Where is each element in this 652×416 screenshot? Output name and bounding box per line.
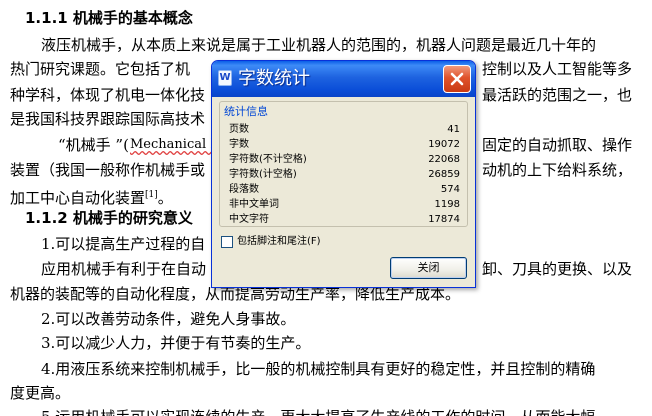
- paragraph-line: “机械手 ”(: [58, 136, 129, 154]
- stat-label: 字数: [229, 139, 249, 150]
- stat-row-paragraphs: 段落数 574: [229, 182, 460, 197]
- stat-value: 22068: [428, 154, 460, 165]
- paragraph-line: 装置（我国一般称作机械手或: [10, 161, 206, 179]
- paragraph-line: 度更高。: [10, 384, 71, 402]
- stat-label: 段落数: [229, 184, 259, 195]
- list-item: 5.运用机械手可以实现连续的生产，更大大提高了生产线的工作的时间，从而能大幅: [41, 408, 595, 416]
- stat-row-chars-no-spaces: 字符数(不计空格) 22068: [229, 152, 460, 167]
- term-mechanical: Mechanical I: [130, 137, 216, 152]
- paragraph-text: 。: [157, 189, 173, 207]
- list-item: 2.可以改善劳动条件，避免人身事故。: [41, 310, 296, 328]
- group-label: 统计信息: [223, 103, 269, 119]
- list-item: 4.用液压系统来控制机械手，比一般的机械控制具有更好的稳定性，并且控制的精确: [41, 360, 596, 378]
- stat-value: 17874: [428, 214, 460, 225]
- citation-ref: [1]: [145, 190, 158, 200]
- word-app-icon: W: [218, 70, 232, 86]
- close-button[interactable]: [443, 65, 471, 93]
- stat-value: 26859: [428, 169, 460, 180]
- stat-row-non-chinese-words: 非中文单词 1198: [229, 197, 460, 212]
- close-dialog-button[interactable]: 关闭: [390, 257, 467, 279]
- stat-value: 41: [447, 124, 460, 135]
- statistics-group: 统计信息 页数 41 字数 19072 字符数(不计空格) 22068 字符数(…: [219, 101, 468, 227]
- stat-value: 1198: [434, 199, 460, 210]
- paragraph-text: 加工中心自动化装置: [10, 189, 146, 207]
- stat-label: 页数: [229, 124, 249, 135]
- stat-label: 中文字符: [229, 214, 269, 225]
- word-count-dialog: W 字数统计 统计信息 页数 41 字数 19072 字符数(不计空格) 220…: [211, 60, 476, 288]
- paragraph-line: 液压机械手，从本质上来说是属于工业机器人的范围的，机器人问题是最近几十年的: [41, 36, 597, 54]
- dialog-titlebar[interactable]: W 字数统计: [212, 61, 475, 97]
- list-item: 3.可以减少人力，并便于有节奏的生产。: [41, 334, 311, 352]
- stat-row-words: 字数 19072: [229, 137, 460, 152]
- stat-row-chars-with-spaces: 字符数(计空格) 26859: [229, 167, 460, 182]
- dialog-title: 字数统计: [238, 68, 310, 89]
- stat-label: 字符数(不计空格): [229, 154, 307, 165]
- paragraph-line: 加工中心自动化装置[1]。: [10, 186, 173, 207]
- stat-value: 19072: [428, 139, 460, 150]
- close-icon: [450, 72, 464, 86]
- paragraph-line: 应用机械手有利于在自动: [41, 260, 207, 278]
- stat-row-pages: 页数 41: [229, 122, 460, 137]
- paragraph-line: 是我国科技界跟踪国际高技术: [10, 110, 206, 128]
- stat-value: 574: [440, 184, 460, 195]
- stat-label: 字符数(计空格): [229, 169, 297, 180]
- paragraph-line: 固定的自动抓取、操作: [482, 136, 633, 154]
- section-heading: 1.1.1 机械手的基本概念: [25, 9, 193, 27]
- include-footnotes-checkbox[interactable]: [221, 236, 233, 248]
- stat-row-chinese-chars: 中文字符 17874: [229, 212, 460, 227]
- paragraph-line: 动机的上下给料系统，: [482, 161, 633, 179]
- paragraph-line: 卸、刀具的更换、以及: [482, 260, 633, 278]
- paragraph-line: 热门研究课题。它包括了机: [10, 60, 191, 78]
- paragraph-line: 最活跃的范围之一，也: [482, 86, 633, 104]
- include-footnotes-label[interactable]: 包括脚注和尾注(F): [237, 235, 321, 249]
- paragraph-line: 种学科，体现了机电一体化技: [10, 86, 206, 104]
- paragraph-line: 控制以及人工智能等多: [482, 60, 633, 78]
- list-item: 1.可以提高生产过程的自: [41, 235, 206, 253]
- section-heading: 1.1.2 机械手的研究意义: [25, 209, 193, 227]
- stat-label: 非中文单词: [229, 199, 279, 210]
